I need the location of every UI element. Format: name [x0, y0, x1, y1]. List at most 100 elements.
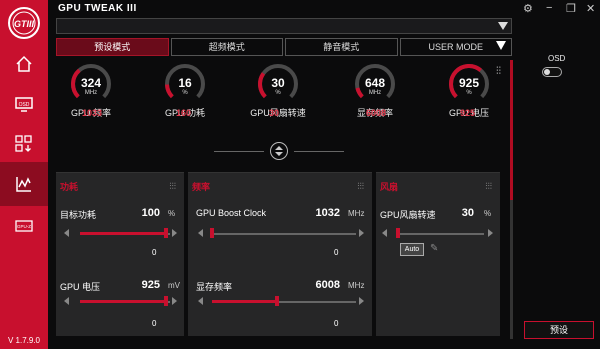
chevron-up-icon: [275, 146, 283, 150]
home-icon: [16, 55, 32, 72]
increment-arrow[interactable]: [172, 229, 177, 237]
row-unit: MHz: [348, 281, 365, 290]
app-logo: GTIII: [8, 7, 40, 39]
osd-toggle[interactable]: [542, 67, 562, 77]
gauge-unit: MHz: [84, 90, 98, 96]
svg-text:OSD: OSD: [19, 102, 30, 108]
row-offset: 0: [334, 248, 339, 257]
panel-header: 风扇 ⫶⫶⫶: [376, 173, 500, 197]
panel-fan: 风扇 ⫶⫶⫶ GPU风扇转速 30 %: [376, 172, 500, 336]
slider-thumb[interactable]: [163, 296, 168, 306]
slider-fill: [212, 300, 277, 303]
slider-thumb[interactable]: [274, 296, 279, 306]
slider-thumb[interactable]: [396, 228, 400, 238]
increment-arrow[interactable]: [359, 297, 364, 305]
gauge-unit: %: [466, 90, 472, 96]
gauge-fan-speed: 30 % 30 GPU风扇转速: [249, 62, 307, 119]
panel-frequency: 频率 ⫶⫶⫶ GPU Boost Clock 1032 MHz 0 显存频率 6…: [188, 172, 372, 336]
row-offset: 0: [334, 319, 339, 328]
mode-tabs: 预设模式 超频模式 静音模式 USER MODE: [56, 38, 512, 56]
row-unit: MHz: [348, 209, 365, 218]
sliders-icon[interactable]: ⫶⫶⫶: [485, 181, 492, 192]
slider-track[interactable]: [212, 233, 356, 235]
chevron-down-icon: [275, 152, 283, 156]
gauge-memory-clock: 648 MHz 6008 显存频率: [346, 62, 404, 119]
increment-arrow[interactable]: [359, 229, 364, 237]
sidebar-item-gpu-info[interactable]: GPU-Z: [0, 204, 48, 248]
increment-arrow[interactable]: [488, 229, 493, 237]
gauge-settings-icon[interactable]: ⫶⫶: [496, 66, 501, 77]
mode-dropdown-button[interactable]: [496, 41, 506, 50]
gauge-unit: %: [182, 90, 188, 96]
panel-title: 风扇: [380, 182, 399, 192]
fan-auto-button[interactable]: Auto: [400, 243, 424, 256]
slider-thumb[interactable]: [163, 228, 168, 238]
gauge-secondary: 30: [269, 108, 280, 118]
sidebar-item-profiles[interactable]: [0, 122, 48, 166]
expand-collapse-button[interactable]: [270, 142, 288, 160]
gauge-gpu-clock: 324 MHz 1033 GPU 频率: [62, 62, 120, 119]
decrement-arrow[interactable]: [382, 229, 387, 237]
app-version: V 1.7.9.0: [7, 336, 41, 345]
row-label: GPU Boost Clock: [196, 208, 267, 218]
close-icon[interactable]: ✕: [586, 2, 595, 15]
gauge-secondary: 1033: [82, 108, 103, 118]
chevron-down-icon: [496, 41, 506, 50]
panel-header: 频率 ⫶⫶⫶: [188, 173, 372, 197]
row-unit: mV: [168, 281, 180, 290]
sidebar: GTIII OSD GPU-Z V 1.7.9.0: [0, 0, 48, 349]
decrement-arrow[interactable]: [64, 229, 69, 237]
settings-icon[interactable]: ⚙: [523, 2, 533, 15]
decrement-arrow[interactable]: [198, 229, 203, 237]
gauge-unit: MHz: [368, 90, 382, 96]
osd-label: OSD: [548, 54, 566, 63]
row-value: 6008: [315, 279, 340, 291]
gauge-value: 648: [364, 76, 386, 90]
row-unit: %: [484, 209, 492, 218]
sliders-icon[interactable]: ⫶⫶⫶: [357, 181, 364, 192]
osd-icon: OSD: [15, 97, 33, 112]
profile-dropdown[interactable]: [56, 18, 512, 34]
panel-header: 功耗 ⫶⫶⫶: [56, 173, 184, 197]
app-title: GPU TWEAK III: [58, 3, 137, 14]
gpu-z-icon: GPU-Z: [15, 220, 33, 232]
panel-title: 频率: [192, 182, 211, 192]
maximize-icon[interactable]: ❐: [566, 2, 576, 15]
scrollbar-thumb[interactable]: [510, 60, 513, 200]
minimize-icon[interactable]: −: [546, 2, 552, 14]
slider-fill: [80, 300, 166, 303]
row-offset: 0: [152, 248, 157, 257]
sidebar-item-home[interactable]: [0, 42, 48, 86]
increment-arrow[interactable]: [172, 297, 177, 305]
tab-oc-mode[interactable]: 超频模式: [170, 38, 283, 56]
gauge-gpu-voltage: 925 % 925 GPU 电压: [440, 62, 498, 119]
svg-text:GPU-Z: GPU-Z: [17, 224, 31, 229]
decrement-arrow[interactable]: [198, 297, 203, 305]
panel-title: 功耗: [60, 182, 79, 192]
svg-text:GTIII: GTIII: [14, 19, 34, 29]
chart-icon: [16, 177, 31, 192]
tab-silent-mode[interactable]: 静音模式: [285, 38, 398, 56]
toggle-knob: [544, 69, 550, 75]
sidebar-item-osd[interactable]: OSD: [0, 82, 48, 126]
slider-track[interactable]: [398, 233, 484, 235]
slider-fill: [80, 232, 166, 235]
sidebar-item-monitor[interactable]: [0, 162, 48, 206]
edit-icon[interactable]: ✎: [430, 243, 438, 254]
gauge-gpu-power: 16 % 160 GPU 功耗: [156, 62, 214, 119]
gauge-value: 30: [271, 76, 285, 90]
row-offset: 0: [152, 319, 157, 328]
row-value: 30: [461, 207, 474, 219]
gauges-row: 324 MHz 1033 GPU 频率 16 % 160 GPU 功耗 30 %…: [56, 62, 512, 132]
preset-button[interactable]: 预设: [524, 321, 594, 339]
gauge-secondary: 160: [176, 108, 192, 118]
row-value: 925: [141, 279, 160, 291]
gauge-value: 925: [458, 76, 480, 90]
decrement-arrow[interactable]: [64, 297, 69, 305]
sliders-icon[interactable]: ⫶⫶⫶: [169, 181, 176, 192]
gauge-secondary: 6008: [366, 108, 387, 118]
slider-thumb[interactable]: [210, 228, 214, 238]
row-value: 1032: [315, 207, 340, 219]
gauge-value: 16: [178, 76, 192, 90]
tab-default-mode[interactable]: 预设模式: [56, 38, 169, 56]
